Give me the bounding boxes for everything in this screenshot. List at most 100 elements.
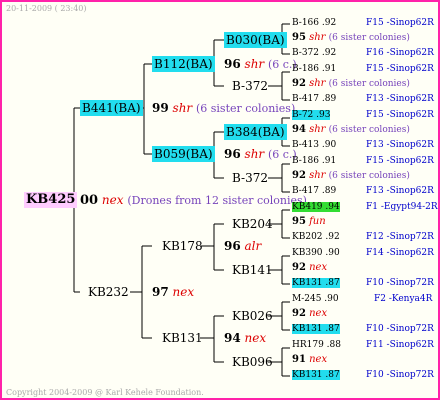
group-0-bottom-row[interactable]: B-372 .92 F16 -Sinop62R bbox=[292, 48, 434, 59]
group-5-gen-number: 92 bbox=[292, 262, 306, 273]
group-0-breed: shr bbox=[309, 32, 326, 43]
b059-gen-number: 96 bbox=[224, 147, 241, 161]
group-4-bottom-row[interactable]: KB202 .92 F12 -Sinop72R bbox=[292, 232, 434, 243]
kb141-id[interactable]: KB141 bbox=[232, 262, 273, 278]
group-6-bottom-location: F10 -Sinop72R bbox=[366, 324, 434, 334]
group-5-breed: nex bbox=[309, 262, 328, 273]
group-0-mid-row: 95 shr (6 sister colonies) bbox=[292, 32, 410, 44]
b059-id[interactable]: B059(BA) bbox=[152, 146, 215, 162]
group-0-top-code: B-166 .92 bbox=[292, 18, 337, 28]
group-3-mid-row: 92 shr (6 sister colonies) bbox=[292, 170, 410, 182]
group-1-breed: shr bbox=[309, 78, 326, 89]
group-1-mid-row: 92 shr (6 sister colonies) bbox=[292, 78, 410, 90]
group-3-breed: shr bbox=[309, 170, 326, 181]
group-2-top-row[interactable]: B-72 .93 F15 -Sinop62R bbox=[292, 110, 434, 121]
root-gen-number: 00 bbox=[80, 193, 99, 208]
group-1-top-location: F15 -Sinop62R bbox=[366, 64, 434, 74]
group-5-top-row[interactable]: KB390 .90 F14 -Sinop62R bbox=[292, 248, 434, 259]
b384-id[interactable]: B384(BA) bbox=[224, 124, 287, 140]
group-4-bottom-code: KB202 .92 bbox=[292, 232, 340, 242]
group-0-bottom-location: F16 -Sinop62R bbox=[366, 48, 434, 58]
group-1-bottom-row[interactable]: B-417 .89 F13 -Sinop62R bbox=[292, 94, 434, 105]
b372-a-id[interactable]: B-372 bbox=[232, 78, 268, 94]
group-7-gen-number: 91 bbox=[292, 354, 306, 365]
group-3-bottom-location: F13 -Sinop62R bbox=[366, 186, 434, 196]
kb131-id[interactable]: KB131 bbox=[162, 330, 203, 346]
group-1-top-row[interactable]: B-186 .91 F15 -Sinop62R bbox=[292, 64, 434, 75]
group-1-bottom-location: F13 -Sinop62R bbox=[366, 94, 434, 104]
group-6-bottom-row[interactable]: KB131 .87 F10 -Sinop72R bbox=[292, 324, 434, 335]
kb178-id[interactable]: KB178 bbox=[162, 238, 203, 254]
b059-breed: shr bbox=[244, 147, 265, 161]
b112-id[interactable]: B112(BA) bbox=[152, 56, 215, 72]
group-4-mid-row: 95 fun bbox=[292, 216, 326, 228]
group-0-note: (6 sister colonies) bbox=[328, 33, 410, 43]
group-4-bottom-location: F12 -Sinop72R bbox=[366, 232, 434, 242]
b112-gen-number: 96 bbox=[224, 57, 241, 71]
group-3-bottom-row[interactable]: B-417 .89 F13 -Sinop62R bbox=[292, 186, 434, 197]
kb131-gen-number: 94 bbox=[224, 331, 241, 345]
group-2-breed: shr bbox=[309, 124, 326, 135]
group-0-gen-number: 95 bbox=[292, 32, 306, 43]
group-5-bottom-location: F10 -Sinop72R bbox=[366, 278, 434, 288]
group-6-mid-row: 92 nex bbox=[292, 308, 327, 320]
group-3-bottom-code: B-417 .89 bbox=[292, 186, 337, 196]
dam-gen-number: 97 bbox=[152, 285, 169, 299]
b372-b-id[interactable]: B-372 bbox=[232, 170, 268, 186]
kb131-breed: nex bbox=[244, 331, 267, 345]
dam-id[interactable]: KB232 bbox=[88, 284, 129, 300]
group-2-mid-row: 94 shr (6 sister colonies) bbox=[292, 124, 410, 136]
group-4-top-row[interactable]: KB419 .94 F1 -Egypt94-2R bbox=[292, 202, 438, 213]
kb026-id[interactable]: KB026 bbox=[232, 308, 273, 324]
sire-info: 99 shr (6 sister colonies) bbox=[152, 100, 295, 117]
group-2-bottom-code: B-413 .90 bbox=[292, 140, 337, 150]
group-7-bottom-code: KB131 .87 bbox=[292, 370, 340, 380]
copyright: Copyright 2004-2009 @ Karl Kehele Founda… bbox=[6, 388, 204, 397]
kb204-id[interactable]: KB204 bbox=[232, 216, 273, 232]
group-6-breed: nex bbox=[309, 308, 328, 319]
b059-info: 96 shr (6 c.) bbox=[224, 146, 297, 163]
group-3-top-location: F15 -Sinop62R bbox=[366, 156, 434, 166]
group-0-top-location: F15 -Sinop62R bbox=[366, 18, 434, 28]
group-7-bottom-row[interactable]: KB131 .87 F10 -Sinop72R bbox=[292, 370, 434, 381]
root-info: 00 nex (Drones from 12 sister colonies) bbox=[80, 192, 307, 209]
group-7-top-code: HR179 .88 bbox=[292, 340, 341, 350]
b030-id[interactable]: B030(BA) bbox=[224, 32, 287, 48]
group-1-bottom-code: B-417 .89 bbox=[292, 94, 337, 104]
group-7-top-row[interactable]: HR179 .88 F11 -Sinop62R bbox=[292, 340, 434, 351]
group-5-top-code: KB390 .90 bbox=[292, 248, 340, 258]
group-2-gen-number: 94 bbox=[292, 124, 306, 135]
print-date: 20-11-2009 ( 23:40) bbox=[6, 4, 87, 13]
kb096-id[interactable]: KB096 bbox=[232, 354, 273, 370]
group-3-note: (6 sister colonies) bbox=[328, 171, 410, 181]
group-3-top-code: B-186 .91 bbox=[292, 156, 337, 166]
group-5-bottom-row[interactable]: KB131 .87 F10 -Sinop72R bbox=[292, 278, 434, 289]
b112-info: 96 shr (6 c.) bbox=[224, 56, 297, 73]
sire-id[interactable]: B441(BA) bbox=[80, 100, 143, 116]
group-6-top-location: F2 -Kenya4R bbox=[374, 294, 433, 304]
group-2-bottom-row[interactable]: B-413 .90 F13 -Sinop62R bbox=[292, 140, 434, 151]
group-5-top-location: F14 -Sinop62R bbox=[366, 248, 434, 258]
group-0-top-row[interactable]: B-166 .92 F15 -Sinop62R bbox=[292, 18, 434, 29]
group-7-bottom-location: F10 -Sinop72R bbox=[366, 370, 434, 380]
group-3-top-row[interactable]: B-186 .91 F15 -Sinop62R bbox=[292, 156, 434, 167]
sire-note: (6 sister colonies) bbox=[195, 102, 296, 115]
group-7-top-location: F11 -Sinop62R bbox=[366, 340, 434, 350]
group-6-top-row[interactable]: M-245 .90 F2 -Kenya4R bbox=[292, 294, 432, 305]
group-3-gen-number: 92 bbox=[292, 170, 306, 181]
group-5-bottom-code: KB131 .87 bbox=[292, 278, 340, 288]
group-5-mid-row: 92 nex bbox=[292, 262, 327, 274]
group-6-top-code: M-245 .90 bbox=[292, 294, 339, 304]
group-1-note: (6 sister colonies) bbox=[328, 79, 410, 89]
group-2-top-code: B-72 .93 bbox=[292, 110, 331, 120]
group-4-gen-number: 95 bbox=[292, 216, 306, 227]
group-7-mid-row: 91 nex bbox=[292, 354, 327, 366]
group-2-bottom-location: F13 -Sinop62R bbox=[366, 140, 434, 150]
group-6-gen-number: 92 bbox=[292, 308, 306, 319]
root-queen-id[interactable]: KB425 bbox=[24, 192, 78, 208]
group-4-breed: fun bbox=[309, 216, 326, 227]
group-1-top-code: B-186 .91 bbox=[292, 64, 337, 74]
kb178-info: 96 alr bbox=[224, 238, 261, 254]
b112-breed: shr bbox=[244, 57, 265, 71]
group-2-note: (6 sister colonies) bbox=[328, 125, 410, 135]
